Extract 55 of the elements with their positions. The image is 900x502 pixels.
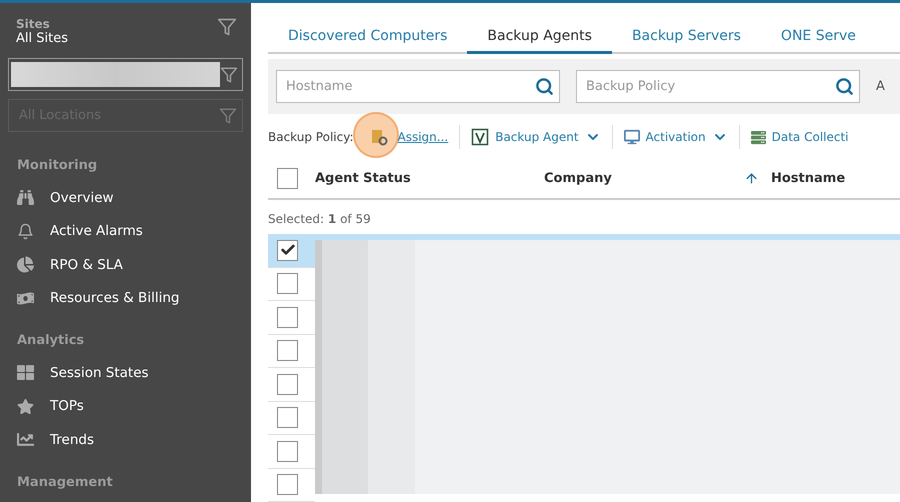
column-header[interactable]: Hostname [771, 170, 846, 186]
section-heading: Analytics [16, 332, 86, 350]
nav-item[interactable]: Session States [8, 356, 243, 390]
select-all-checkbox[interactable] [277, 168, 298, 189]
search-field[interactable]: Backup Policy [576, 70, 860, 103]
nav-item[interactable]: RPO & SLA [8, 248, 243, 282]
row-checkbox[interactable] [277, 440, 298, 462]
sort-arrow-icon[interactable] [744, 170, 759, 186]
toolbar-button[interactable]: Data Collecti [750, 130, 848, 145]
server-icon [750, 130, 766, 145]
sites-label: Sites [16, 17, 51, 31]
toolbar-button[interactable]: Backup Agent [471, 128, 601, 146]
filter-label: A [876, 79, 885, 94]
filter-icon[interactable] [219, 106, 237, 124]
policy-gear-icon [370, 128, 388, 146]
click-highlight [352, 112, 398, 158]
nav-item[interactable]: Resources & Billing [8, 282, 243, 315]
sites-value: All Sites [16, 31, 68, 46]
grid-icon [17, 364, 34, 382]
row-checkbox[interactable] [277, 240, 298, 261]
row-checkbox[interactable] [277, 474, 298, 496]
nav-item[interactable]: Overview [8, 181, 243, 214]
company-filter-field[interactable] [8, 58, 243, 91]
money-icon [17, 290, 34, 307]
tab[interactable]: Backup Agents [467, 20, 612, 54]
toolbar-label: Backup Policy: [268, 130, 354, 144]
filter-icon[interactable] [220, 66, 238, 84]
row-checkbox[interactable] [277, 374, 298, 395]
pie-chart-icon [17, 256, 34, 274]
nav-item[interactable]: Active Alarms [8, 214, 243, 248]
search-icon[interactable] [535, 77, 554, 96]
nav-item[interactable]: TOPs [8, 390, 243, 423]
search-icon[interactable] [835, 77, 854, 96]
star-icon [17, 398, 34, 415]
row-checkbox[interactable] [277, 306, 298, 328]
bell-icon [17, 222, 34, 240]
search-field[interactable]: Hostname [276, 70, 560, 103]
filter-icon[interactable] [217, 17, 237, 37]
line-chart-icon [17, 431, 34, 448]
section-heading: Management [16, 474, 114, 492]
column-header[interactable]: Agent Status [315, 170, 411, 186]
column-header[interactable]: Company [544, 170, 612, 186]
section-heading: Monitoring [16, 157, 98, 175]
tab[interactable]: Backup Servers [612, 20, 761, 54]
monitor-icon [624, 129, 640, 146]
row-checkbox[interactable] [277, 273, 298, 294]
binoculars-icon [17, 189, 34, 206]
tab[interactable]: ONE Serve [760, 20, 876, 54]
row-checkbox[interactable] [277, 340, 298, 362]
tab[interactable]: Discovered Computers [268, 20, 468, 54]
nav-item[interactable]: Trends [8, 423, 243, 456]
row-checkbox[interactable] [277, 407, 298, 428]
v-box-icon [471, 128, 490, 146]
toolbar-button[interactable]: Activation [624, 129, 728, 146]
selection-count: Selected: 1 of 59 [268, 211, 372, 228]
